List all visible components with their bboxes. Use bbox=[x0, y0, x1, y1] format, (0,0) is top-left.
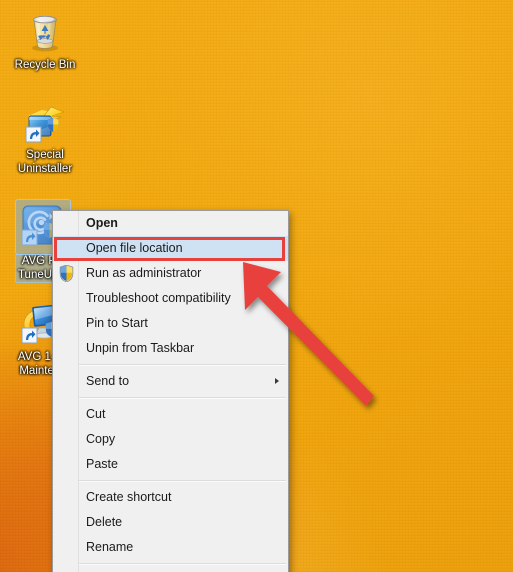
menu-separator bbox=[79, 480, 286, 482]
desktop-icon-special-uninstaller[interactable]: Special Uninstaller bbox=[2, 98, 88, 176]
menu-item-rename[interactable]: Rename bbox=[53, 535, 288, 560]
menu-item-open-file-location[interactable]: Open file location bbox=[53, 236, 288, 261]
menu-item-properties[interactable]: Properties bbox=[53, 568, 288, 572]
menu-separator bbox=[79, 364, 286, 366]
menu-item-label: Troubleshoot compatibility bbox=[86, 291, 231, 305]
special-uninstaller-icon bbox=[21, 98, 69, 146]
menu-item-label: Cut bbox=[86, 407, 106, 421]
menu-item-troubleshoot-compatibility[interactable]: Troubleshoot compatibility bbox=[53, 286, 288, 311]
desktop-icon-recycle-bin[interactable]: Recycle Bin bbox=[2, 8, 88, 73]
menu-item-label: Create shortcut bbox=[86, 490, 172, 504]
menu-item-label: Delete bbox=[86, 515, 123, 529]
menu-separator bbox=[79, 563, 286, 565]
context-menu[interactable]: Open Open file location Run as administr… bbox=[52, 210, 289, 572]
menu-item-send-to[interactable]: Send to bbox=[53, 369, 288, 394]
menu-separator bbox=[79, 397, 286, 399]
menu-item-label: Unpin from Taskbar bbox=[86, 341, 195, 355]
menu-item-label: Pin to Start bbox=[86, 316, 148, 330]
menu-item-cut[interactable]: Cut bbox=[53, 402, 288, 427]
menu-item-label: Copy bbox=[86, 432, 116, 446]
menu-item-copy[interactable]: Copy bbox=[53, 427, 288, 452]
desktop-icon-label: Special Uninstaller bbox=[17, 149, 73, 175]
menu-item-paste[interactable]: Paste bbox=[53, 452, 288, 477]
menu-item-delete[interactable]: Delete bbox=[53, 510, 288, 535]
menu-item-create-shortcut[interactable]: Create shortcut bbox=[53, 485, 288, 510]
menu-item-label: Paste bbox=[86, 457, 118, 471]
menu-item-label: Rename bbox=[86, 540, 134, 554]
shield-icon bbox=[58, 264, 75, 283]
menu-item-run-as-administrator[interactable]: Run as administrator bbox=[53, 261, 288, 286]
menu-item-label: Send to bbox=[86, 374, 130, 388]
chevron-right-icon bbox=[275, 378, 279, 384]
menu-item-label: Open bbox=[86, 216, 118, 230]
desktop-icon-label: Recycle Bin bbox=[14, 59, 76, 71]
recycle-bin-icon bbox=[21, 8, 69, 56]
menu-item-label: Run as administrator bbox=[86, 266, 202, 280]
desktop[interactable]: Recycle Bin Special Uninstaller AVG PC T… bbox=[0, 0, 513, 572]
menu-item-unpin-from-taskbar[interactable]: Unpin from Taskbar bbox=[53, 336, 288, 361]
menu-item-open[interactable]: Open bbox=[53, 211, 288, 236]
menu-item-label: Open file location bbox=[86, 241, 183, 255]
menu-item-pin-to-start[interactable]: Pin to Start bbox=[53, 311, 288, 336]
